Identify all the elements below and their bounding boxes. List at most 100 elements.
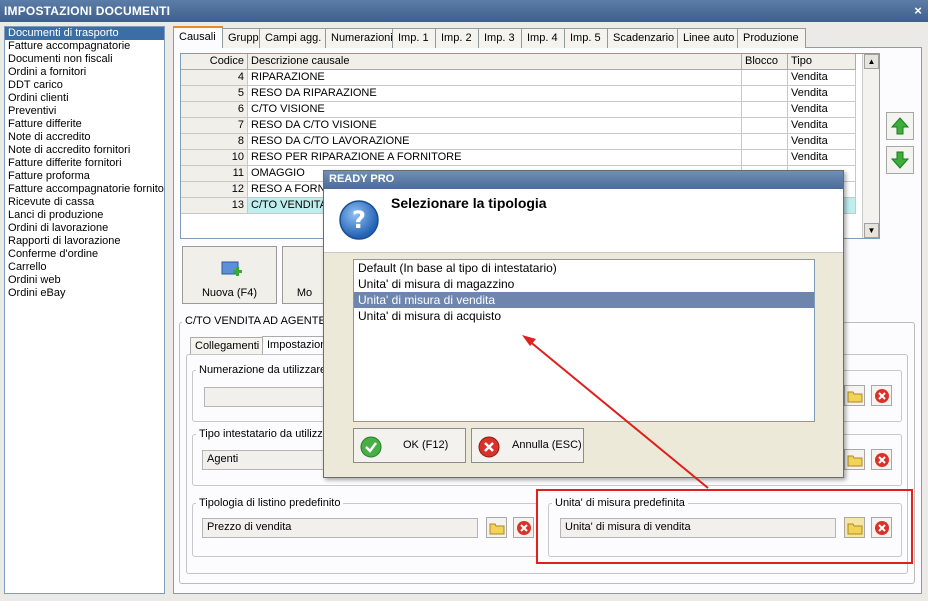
ok-check-icon bbox=[360, 436, 382, 458]
document-type-item[interactable]: Fatture accompagnatorie bbox=[5, 40, 164, 53]
tab-imp-2[interactable]: Imp. 2 bbox=[435, 28, 479, 48]
cell-descrizione: RESO DA C/TO LAVORAZIONE bbox=[248, 134, 742, 150]
numerazione-title: Numerazione da utilizzare bbox=[196, 364, 330, 376]
cell-codice: 6 bbox=[181, 102, 248, 118]
cell-codice: 7 bbox=[181, 118, 248, 134]
cell-codice: 10 bbox=[181, 150, 248, 166]
dialog-titlebar: READY PRO bbox=[324, 171, 843, 189]
ok-button[interactable]: OK (F12) bbox=[353, 428, 466, 463]
highlight-box bbox=[536, 489, 913, 564]
arrow-down-icon bbox=[890, 151, 910, 169]
cell-descrizione: RESO DA RIPARAZIONE bbox=[248, 86, 742, 102]
header-codice[interactable]: Codice bbox=[181, 54, 248, 70]
header-descrizione[interactable]: Descrizione causale bbox=[248, 54, 742, 70]
document-type-item[interactable]: Fatture proforma bbox=[5, 170, 164, 183]
tipo-intestatario-browse-button[interactable] bbox=[844, 449, 865, 470]
tipo-intestatario-clear-button[interactable] bbox=[871, 449, 892, 470]
numerazione-field[interactable] bbox=[204, 387, 334, 407]
cell-tipo: Vendita bbox=[788, 150, 856, 166]
cell-tipo: Vendita bbox=[788, 70, 856, 86]
detail-title: C/TO VENDITA AD AGENTE bbox=[182, 315, 329, 327]
subtab-impostazioni[interactable]: Impostazion bbox=[262, 336, 332, 355]
document-type-item[interactable]: Ricevute di cassa bbox=[5, 196, 164, 209]
tab-linee-auto[interactable]: Linee auto bbox=[677, 28, 738, 48]
document-type-item[interactable]: DDT carico bbox=[5, 79, 164, 92]
document-type-item[interactable]: Ordini di lavorazione bbox=[5, 222, 164, 235]
cell-descrizione: C/TO VISIONE bbox=[248, 102, 742, 118]
document-type-item[interactable]: Documenti di trasporto bbox=[5, 27, 164, 40]
document-type-item[interactable]: Ordini clienti bbox=[5, 92, 164, 105]
tipologia-option[interactable]: Unita' di misura di vendita bbox=[354, 292, 814, 308]
cell-descrizione: RESO PER RIPARAZIONE A FORNITORE bbox=[248, 150, 742, 166]
document-type-item[interactable]: Conferme d'ordine bbox=[5, 248, 164, 261]
document-type-item[interactable]: Ordini web bbox=[5, 274, 164, 287]
tipologia-option[interactable]: Default (In base al tipo di intestatario… bbox=[354, 260, 814, 276]
tab-gruppi[interactable]: Gruppi bbox=[222, 28, 261, 48]
listino-clear-button[interactable] bbox=[513, 517, 534, 538]
cell-tipo: Vendita bbox=[788, 118, 856, 134]
tab-campi-agg[interactable]: Campi agg. bbox=[259, 28, 326, 48]
folder-icon bbox=[489, 523, 504, 534]
listino-browse-button[interactable] bbox=[486, 517, 507, 538]
document-type-item[interactable]: Fatture accompagnatorie fornitori bbox=[5, 183, 164, 196]
header-blocco[interactable]: Blocco bbox=[742, 54, 788, 70]
move-up-button[interactable] bbox=[886, 112, 914, 140]
document-type-item[interactable]: Note di accredito fornitori bbox=[5, 144, 164, 157]
cell-tipo: Vendita bbox=[788, 134, 856, 150]
tab-imp-5[interactable]: Imp. 5 bbox=[564, 28, 608, 48]
tab-scadenzario[interactable]: Scadenzario bbox=[607, 28, 678, 48]
scroll-up-icon[interactable]: ▲ bbox=[864, 54, 879, 69]
nuova-button[interactable]: Nuova (F4) bbox=[182, 246, 277, 304]
cancel-label: Annulla (ESC) bbox=[512, 439, 582, 451]
document-type-item[interactable]: Documenti non fiscali bbox=[5, 53, 164, 66]
delete-icon bbox=[516, 520, 531, 535]
close-icon[interactable]: × bbox=[914, 3, 922, 18]
grid-scrollbar[interactable]: ▲ ▼ bbox=[862, 54, 879, 238]
document-type-item[interactable]: Preventivi bbox=[5, 105, 164, 118]
document-type-item[interactable]: Ordini a fornitori bbox=[5, 66, 164, 79]
numerazione-browse-button[interactable] bbox=[844, 385, 865, 406]
tipo-intestatario-field[interactable]: Agenti bbox=[202, 450, 332, 470]
question-icon: ? bbox=[339, 200, 379, 240]
folder-icon bbox=[847, 455, 862, 466]
subtab-collegamenti[interactable]: Collegamenti bbox=[190, 337, 265, 355]
arrow-up-icon bbox=[890, 117, 910, 135]
add-document-icon bbox=[221, 261, 242, 276]
document-type-item[interactable]: Ordini eBay bbox=[5, 287, 164, 300]
document-type-item[interactable]: Carrello bbox=[5, 261, 164, 274]
document-type-item[interactable]: Lanci di produzione bbox=[5, 209, 164, 222]
header-tipo[interactable]: Tipo bbox=[788, 54, 856, 70]
cell-blocco bbox=[742, 134, 788, 150]
document-type-item[interactable]: Fatture differite fornitori bbox=[5, 157, 164, 170]
cell-codice: 13 bbox=[181, 198, 248, 214]
tab-imp-3[interactable]: Imp. 3 bbox=[478, 28, 522, 48]
scroll-down-icon[interactable]: ▼ bbox=[864, 223, 879, 238]
tab-imp-4[interactable]: Imp. 4 bbox=[521, 28, 565, 48]
cell-codice: 4 bbox=[181, 70, 248, 86]
tipologia-option[interactable]: Unita' di misura di magazzino bbox=[354, 276, 814, 292]
tab-numerazioni[interactable]: Numerazioni bbox=[325, 28, 393, 48]
move-down-button[interactable] bbox=[886, 146, 914, 174]
window-title: IMPOSTAZIONI DOCUMENTI bbox=[4, 4, 171, 18]
delete-icon bbox=[874, 452, 889, 467]
tab-imp-1[interactable]: Imp. 1 bbox=[392, 28, 436, 48]
document-type-item[interactable]: Fatture differite bbox=[5, 118, 164, 131]
tab-produzione[interactable]: Produzione bbox=[737, 28, 806, 48]
delete-icon bbox=[874, 388, 889, 403]
numerazione-clear-button[interactable] bbox=[871, 385, 892, 406]
document-type-list[interactable]: Documenti di trasporto Fatture accompagna… bbox=[4, 26, 165, 594]
listino-field[interactable]: Prezzo di vendita bbox=[202, 518, 478, 538]
tipologia-list[interactable]: Default (In base al tipo di intestatario… bbox=[353, 259, 815, 422]
modifica-label: Mo bbox=[296, 287, 313, 299]
modifica-button[interactable]: Mo bbox=[282, 246, 327, 304]
cancel-button[interactable]: Annulla (ESC) bbox=[471, 428, 584, 463]
cell-codice: 8 bbox=[181, 134, 248, 150]
document-type-item[interactable]: Note di accredito bbox=[5, 131, 164, 144]
folder-icon bbox=[847, 391, 862, 402]
cell-blocco bbox=[742, 86, 788, 102]
cell-blocco bbox=[742, 118, 788, 134]
tipologia-option[interactable]: Unita' di misura di acquisto bbox=[354, 308, 814, 324]
document-type-item[interactable]: Rapporti di lavorazione bbox=[5, 235, 164, 248]
cell-tipo: Vendita bbox=[788, 86, 856, 102]
tab-causali[interactable]: Causali bbox=[173, 26, 223, 48]
